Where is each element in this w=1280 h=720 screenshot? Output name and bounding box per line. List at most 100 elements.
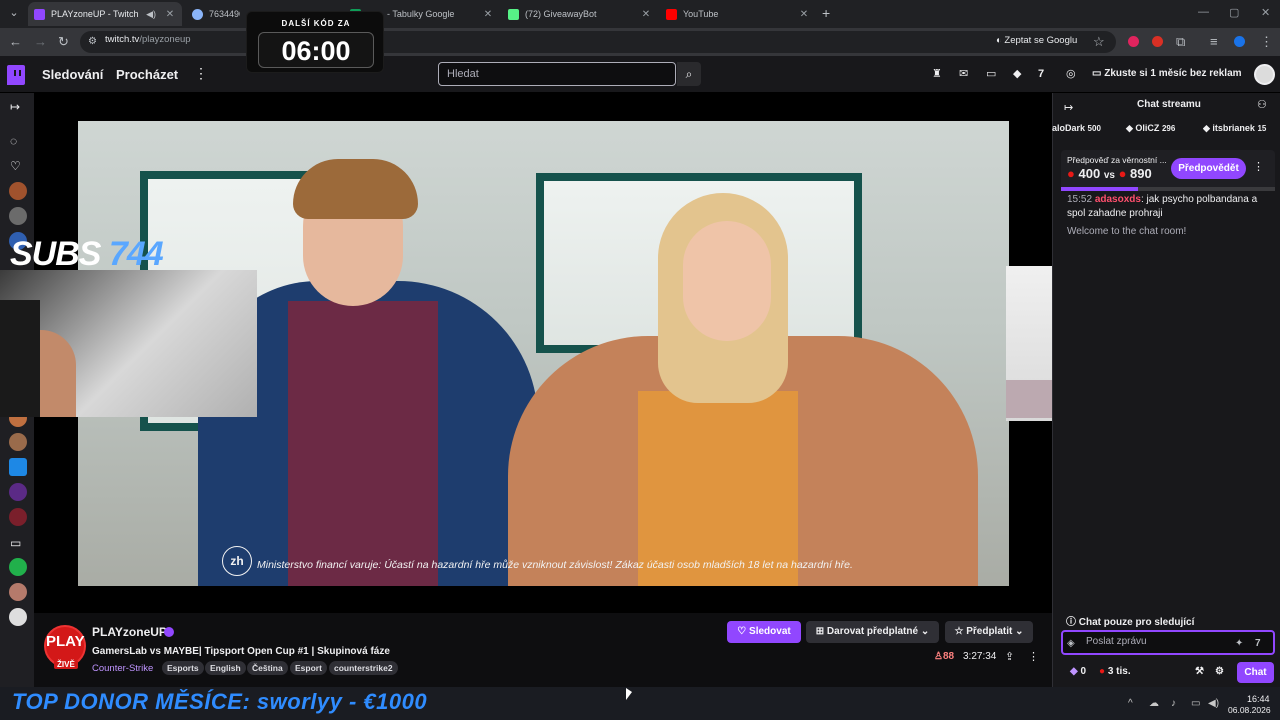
url-field[interactable] <box>80 31 1116 53</box>
chat-send-button[interactable]: Chat <box>1237 662 1274 683</box>
sidebar-channel-avatar[interactable] <box>9 483 27 501</box>
ask-google-button[interactable]: ◐ Zeptat se Googlu <box>996 35 1077 46</box>
mouse-cursor-icon <box>626 688 632 700</box>
more-menu-icon[interactable]: ⋮ <box>194 65 208 82</box>
sidebar-channel-avatar[interactable] <box>9 608 27 626</box>
network-icon[interactable]: ▭ <box>1191 698 1200 709</box>
ad-free-promo-button[interactable]: ▭ Zkuste si 1 měsíc bez reklam <box>1092 68 1242 79</box>
expand-sidebar-icon[interactable]: ↦ <box>10 100 20 114</box>
gift-sub-button[interactable]: ⊞ Darovat předplatné ⌄ <box>806 621 939 643</box>
profile-icon[interactable] <box>1234 36 1245 47</box>
sidebar-channel-avatar[interactable] <box>9 182 27 200</box>
minimize-icon[interactable]: — <box>1198 6 1209 18</box>
7tv-emote-icon[interactable]: 7 <box>1255 636 1261 652</box>
stream-title: GamersLab vs MAYBE| Tipsport Open Cup #1… <box>92 646 390 657</box>
predict-button[interactable]: Předpovědět <box>1171 158 1246 179</box>
bookmark-star-icon[interactable]: ☆ <box>1093 34 1105 50</box>
extension-tv-icon[interactable]: ◎ <box>1066 68 1076 80</box>
nav-following-link[interactable]: Sledování <box>42 67 103 82</box>
channel-name-link[interactable]: PLAYzoneUP <box>92 625 167 639</box>
sidebar-channel-avatar[interactable] <box>9 458 27 476</box>
sidebar-channel-avatar[interactable] <box>9 207 27 225</box>
extensions-puzzle-icon[interactable]: ⧉ <box>1176 34 1185 50</box>
tab-close-icon[interactable]: ✕ <box>482 9 494 20</box>
prediction-left: 400 <box>1078 166 1101 181</box>
sidebar-channel-avatar[interactable] <box>9 558 27 576</box>
leaderboard-item[interactable]: ◆ itsbrianek 15 <box>1203 123 1280 134</box>
recommended-icon[interactable]: ◌ <box>10 134 17 148</box>
back-icon[interactable]: ← <box>9 34 22 50</box>
tray-chevron-icon[interactable]: ^ <box>1128 698 1133 709</box>
tag[interactable]: Esports <box>162 661 204 675</box>
tag[interactable]: counterstrike2 <box>329 661 398 675</box>
forward-icon[interactable]: → <box>34 34 47 50</box>
channel-points-balance[interactable]: ● 3 tis. <box>1099 666 1131 677</box>
site-info-icon[interactable]: ⚙ <box>88 34 97 50</box>
address-bar: ← → ↻ ⚙ <box>0 28 1280 56</box>
tab-chat-id[interactable]: 763449653 <box>186 2 246 26</box>
tab-giveawaybot[interactable]: (72) GiveawayBot ✕ <box>502 2 658 26</box>
share-icon[interactable]: ⇪ <box>1005 650 1014 663</box>
audio-playing-icon[interactable]: ◀) <box>146 9 156 20</box>
clock-date[interactable]: 06.08.2026 <box>1228 705 1271 715</box>
sidebar-channel-avatar[interactable] <box>9 583 27 601</box>
tab-close-icon[interactable]: ✕ <box>640 9 652 20</box>
search-icon[interactable]: ⌕ <box>677 62 701 86</box>
user-avatar[interactable] <box>1254 64 1275 85</box>
bits-icon: ◆ <box>1070 666 1078 677</box>
tag[interactable]: Esport <box>290 661 327 675</box>
zh-logo: zh <box>222 546 252 576</box>
twitch-logo-icon[interactable] <box>7 65 25 85</box>
tray-app-icon[interactable]: ☁ <box>1149 698 1159 709</box>
whispers-icon[interactable]: ▭ <box>986 68 996 80</box>
media-controls-icon[interactable]: ≡ <box>1210 34 1218 50</box>
chat-tools-icon[interactable]: ⚒ <box>1195 666 1204 677</box>
subscribe-button[interactable]: ☆ Předplatit ⌄ <box>945 621 1033 643</box>
new-tab-icon[interactable]: + <box>822 5 830 21</box>
community-icon[interactable]: ⚇ <box>1257 98 1267 111</box>
chat-settings-icon[interactable]: ⚙ <box>1215 666 1224 677</box>
tab-close-icon[interactable]: ✕ <box>164 9 176 20</box>
tab-search-icon[interactable]: ⌄ <box>6 5 22 21</box>
leader-name: aloDark <box>1052 123 1086 133</box>
tab-twitch[interactable]: PLAYzoneUP - Twitch ◀) ✕ <box>28 2 182 26</box>
7tv-icon[interactable]: 7 <box>1038 68 1044 80</box>
collapse-chat-icon[interactable]: ↦ <box>1064 101 1073 114</box>
sidebar-channel-avatar[interactable] <box>9 433 27 451</box>
tab-close-icon[interactable]: ✕ <box>798 9 810 20</box>
bits-icon[interactable]: ◆ <box>1013 68 1021 80</box>
sidebar-video-icon[interactable]: ▭ <box>10 536 21 550</box>
search-input[interactable]: Hledat <box>438 62 676 86</box>
maximize-icon[interactable]: ▢ <box>1229 6 1239 19</box>
tab-youtube[interactable]: YouTube ✕ <box>660 2 816 26</box>
game-category-link[interactable]: Counter-Strike <box>92 663 153 674</box>
microphone-icon[interactable]: ♪ <box>1171 698 1176 709</box>
inbox-icon[interactable]: ✉ <box>959 68 968 80</box>
tag[interactable]: Čeština <box>247 661 288 675</box>
reload-icon[interactable]: ↻ <box>58 34 69 50</box>
url-text[interactable]: twitch.tv/playzoneup <box>105 34 191 45</box>
window-close-icon[interactable]: ✕ <box>1261 6 1270 19</box>
top-donor-ticker: TOP DONOR MĚSÍCE: sworlyy - €1000 <box>12 689 428 714</box>
nav-browse-link[interactable]: Procházet <box>116 67 178 82</box>
extension-icon[interactable] <box>1152 36 1163 47</box>
leaderboard-item[interactable]: aloDark 500 <box>1052 123 1118 133</box>
follow-button[interactable]: ♡ Sledovat <box>727 621 801 643</box>
leaderboard-item[interactable]: ◆ OliCZ 296 <box>1126 123 1175 134</box>
adblock-extension-icon[interactable] <box>1128 36 1139 47</box>
emote-icon[interactable]: ✦ <box>1235 636 1243 652</box>
chat-badge-icon[interactable]: ◈ <box>1067 636 1075 652</box>
browser-menu-icon[interactable]: ⋮ <box>1260 34 1273 50</box>
prediction-progress <box>1061 187 1275 191</box>
volume-icon[interactable]: ◀) <box>1208 698 1219 709</box>
tag[interactable]: English <box>205 661 246 675</box>
bits-balance[interactable]: ◆ 0 <box>1070 666 1086 677</box>
clock-time[interactable]: 16:44 <box>1247 694 1270 704</box>
more-options-icon[interactable]: ⋮ <box>1028 650 1039 663</box>
prime-loot-icon[interactable]: ♜ <box>932 68 942 80</box>
message-user[interactable]: adasoxds <box>1095 194 1141 205</box>
sidebar-channel-avatar[interactable] <box>9 508 27 526</box>
prediction-progress-fill <box>1061 187 1139 191</box>
leader-points: 500 <box>1087 124 1101 133</box>
prediction-more-icon[interactable]: ⋮ <box>1253 160 1264 173</box>
